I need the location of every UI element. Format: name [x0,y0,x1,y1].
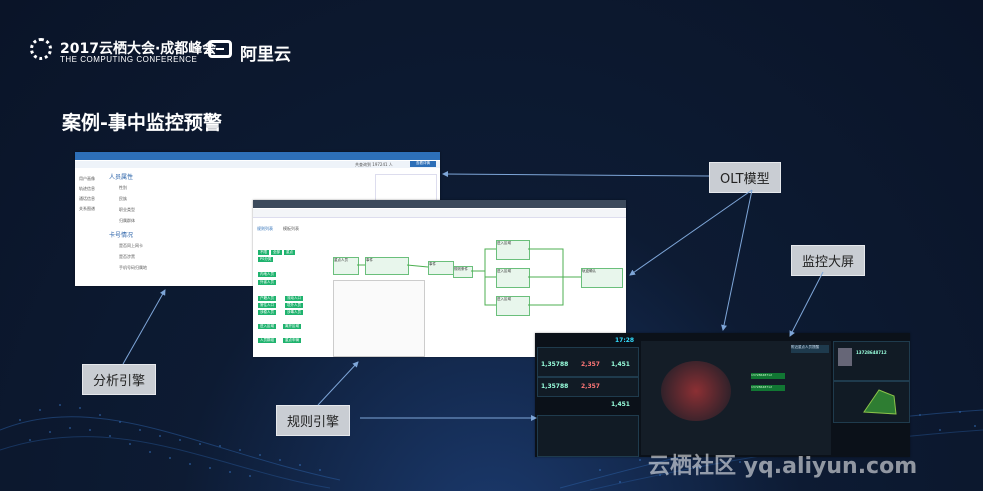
watermark: 云栖社区 yq.aliyun.com [648,454,918,479]
callout-arrows [122,171,824,421]
